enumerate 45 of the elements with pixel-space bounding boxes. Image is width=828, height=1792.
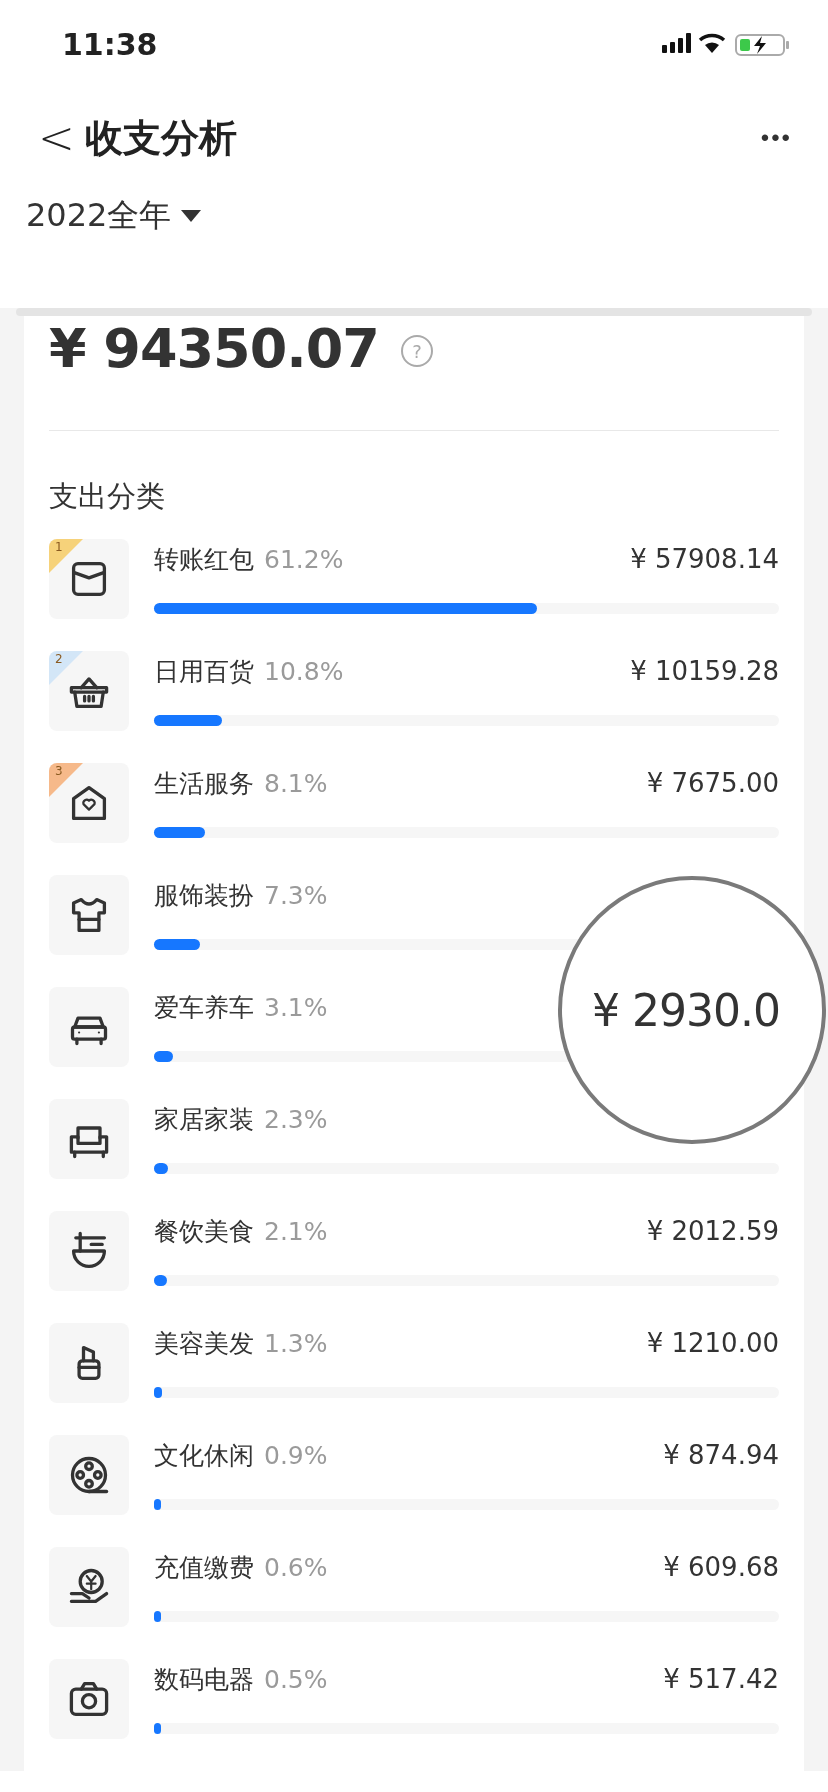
category-name: 服饰装扮 <box>154 879 254 912</box>
category-percent: 0.9% <box>264 1440 328 1470</box>
category-amount: ¥ 1210.00 <box>646 1328 779 1358</box>
page-title: 收支分析 <box>84 114 237 162</box>
more-button[interactable]: ••• <box>760 124 792 152</box>
category-percent: 8.1% <box>264 768 328 798</box>
status-time: 11:38 <box>62 26 158 62</box>
rank-number: 2 <box>55 652 63 666</box>
category-percent: 2.3% <box>264 1104 328 1134</box>
caret-icon <box>181 210 202 222</box>
category-amount: ¥ 7675.00 <box>646 768 779 798</box>
signal-icon <box>662 33 691 53</box>
category-percent: 7.3% <box>264 880 328 910</box>
category-percent: 0.6% <box>264 1552 328 1582</box>
category-percent: 1.3% <box>264 1328 328 1358</box>
category-name: 美容美发 <box>154 1327 254 1360</box>
battery-icon <box>735 34 789 56</box>
category-name: 家居家装 <box>154 1103 254 1136</box>
rank-number: 3 <box>55 764 63 778</box>
category-percent: 3.1% <box>264 992 328 1022</box>
total-amount: ¥ 94350.07 <box>49 316 379 380</box>
category-amount: ¥ 2012.59 <box>646 1216 779 1246</box>
category-name: 文化休闲 <box>154 1439 254 1472</box>
category-name: 日用百货 <box>154 655 254 688</box>
rank-number: 1 <box>55 540 63 554</box>
category-amount: ¥ 609.68 <box>663 1552 779 1582</box>
category-amount: ¥ 517.42 <box>663 1664 779 1694</box>
category-name: 数码电器 <box>154 1663 254 1696</box>
category-percent: 0.5% <box>264 1664 328 1694</box>
category-amount: ¥ 57908.14 <box>630 544 779 574</box>
category-percent: 61.2% <box>264 544 344 574</box>
category-name: 爱车养车 <box>154 991 254 1024</box>
magnified-amount: ¥ 2930.0 <box>592 984 780 1036</box>
category-percent: 2.1% <box>264 1216 328 1246</box>
category-amount: ¥ 10159.28 <box>630 656 779 686</box>
period-selector[interactable]: 2022全年 <box>26 194 202 238</box>
category-name: 充值缴费 <box>154 1551 254 1584</box>
section-title: 支出分类 <box>49 478 166 515</box>
category-amount: ¥ 874.94 <box>663 1440 779 1470</box>
category-percent: 10.8% <box>264 656 344 686</box>
category-name: 餐饮美食 <box>154 1215 254 1248</box>
category-name: 转账红包 <box>154 543 254 576</box>
back-button[interactable]: < <box>38 116 75 160</box>
wifi-icon <box>698 33 726 53</box>
category-name: 生活服务 <box>154 767 254 800</box>
